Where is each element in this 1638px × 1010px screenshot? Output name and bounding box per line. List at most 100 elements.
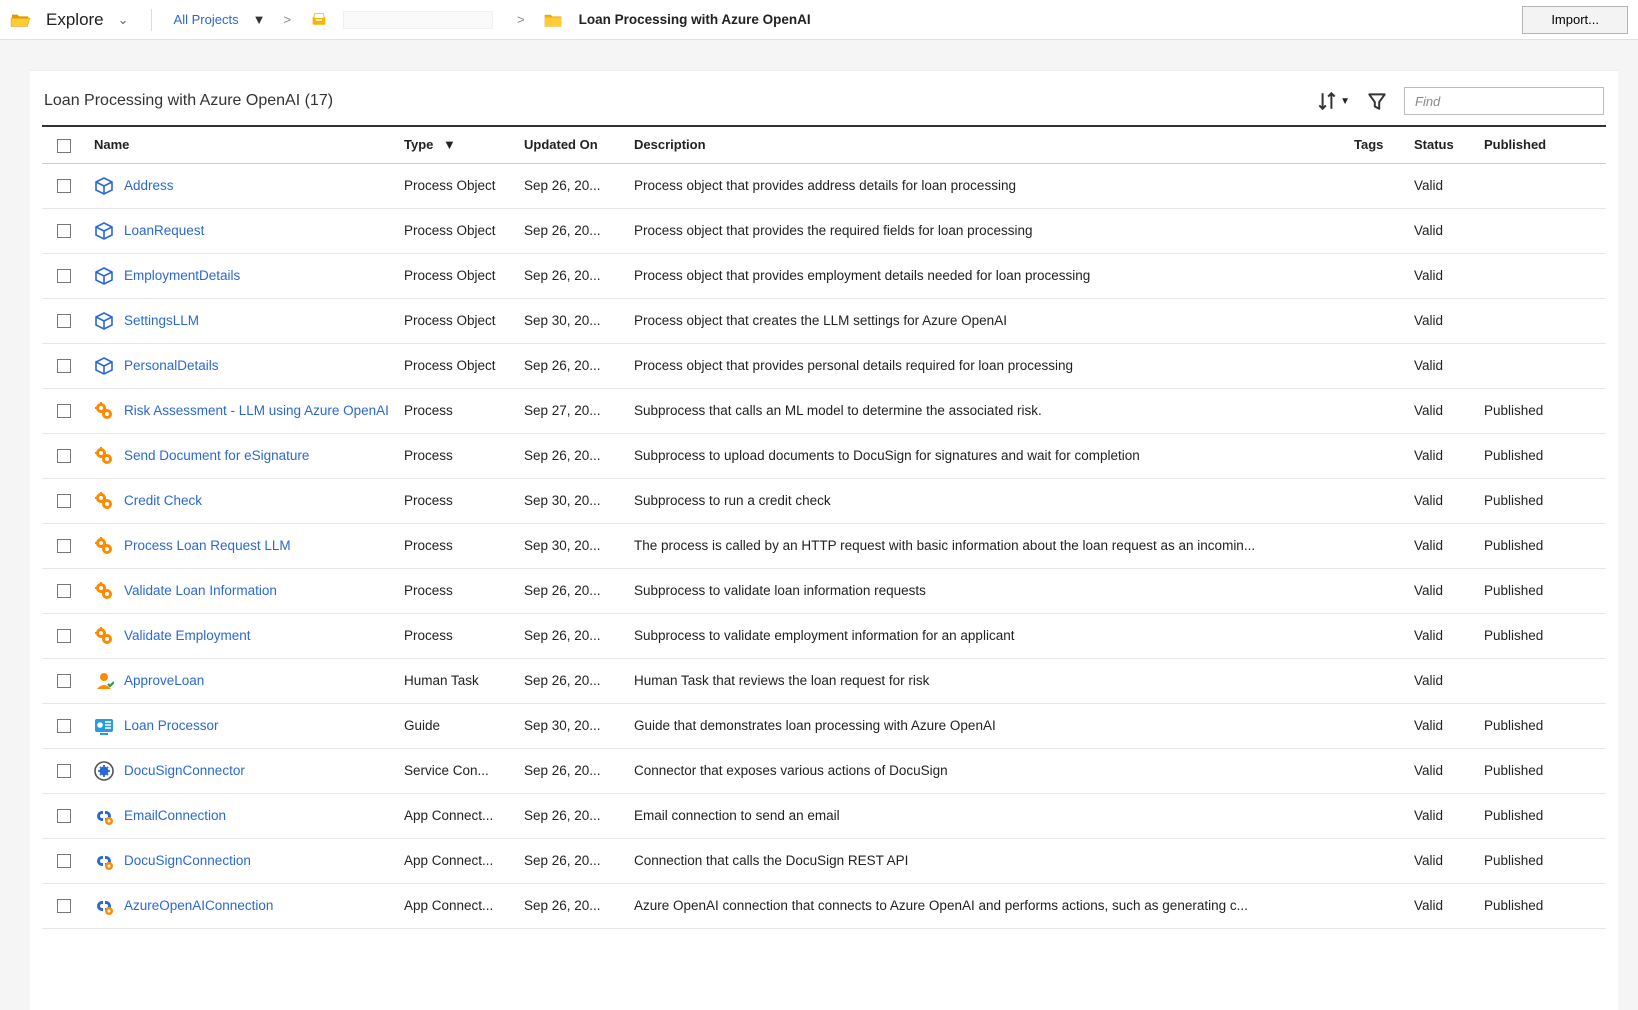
header-name[interactable]: Name bbox=[86, 127, 396, 163]
header-tags[interactable]: Tags bbox=[1346, 127, 1406, 163]
sort-caret-icon: ▼ bbox=[1340, 96, 1350, 107]
row-checkbox[interactable] bbox=[42, 613, 86, 658]
table-row[interactable]: DocuSignConnector Service Con... Sep 26,… bbox=[42, 748, 1606, 793]
table-row[interactable]: EmploymentDetails Process Object Sep 26,… bbox=[42, 253, 1606, 298]
header-updated[interactable]: Updated On bbox=[516, 127, 626, 163]
table-row[interactable]: LoanRequest Process Object Sep 26, 20...… bbox=[42, 208, 1606, 253]
row-checkbox[interactable] bbox=[42, 883, 86, 928]
table-scroll[interactable]: Name Type ▼ Updated On Description Tags … bbox=[42, 125, 1606, 1010]
cell-status: Valid bbox=[1406, 478, 1476, 523]
table-row[interactable]: AzureOpenAIConnection App Connect... Sep… bbox=[42, 883, 1606, 928]
breadcrumb-sep: > bbox=[283, 12, 291, 27]
row-checkbox[interactable] bbox=[42, 163, 86, 208]
cell-description: Connector that exposes various actions o… bbox=[626, 748, 1346, 793]
table-row[interactable]: SettingsLLM Process Object Sep 30, 20...… bbox=[42, 298, 1606, 343]
table-row[interactable]: Send Document for eSignature Process Sep… bbox=[42, 433, 1606, 478]
find-input[interactable] bbox=[1404, 87, 1604, 115]
explore-chevron-icon[interactable]: ⌄ bbox=[118, 12, 129, 28]
cell-type: App Connect... bbox=[396, 883, 516, 928]
table-row[interactable]: Validate Employment Process Sep 26, 20..… bbox=[42, 613, 1606, 658]
cell-status: Valid bbox=[1406, 523, 1476, 568]
header-status[interactable]: Status bbox=[1406, 127, 1476, 163]
filter-icon[interactable] bbox=[1366, 90, 1388, 112]
panel-header: Loan Processing with Azure OpenAI (17) ▼ bbox=[30, 71, 1618, 125]
row-checkbox[interactable] bbox=[42, 343, 86, 388]
table-row[interactable]: PersonalDetails Process Object Sep 26, 2… bbox=[42, 343, 1606, 388]
row-checkbox[interactable] bbox=[42, 748, 86, 793]
table-row[interactable]: Process Loan Request LLM Process Sep 30,… bbox=[42, 523, 1606, 568]
item-link[interactable]: Loan Processor bbox=[124, 718, 219, 733]
divider bbox=[151, 9, 152, 31]
cell-updated: Sep 26, 20... bbox=[516, 433, 626, 478]
process-object-icon bbox=[94, 356, 114, 376]
breadcrumb-root-link[interactable]: All Projects bbox=[174, 12, 239, 27]
row-checkbox[interactable] bbox=[42, 658, 86, 703]
table-row[interactable]: Risk Assessment - LLM using Azure OpenAI… bbox=[42, 388, 1606, 433]
row-checkbox[interactable] bbox=[42, 208, 86, 253]
row-checkbox[interactable] bbox=[42, 298, 86, 343]
item-link[interactable]: SettingsLLM bbox=[124, 313, 199, 328]
cell-updated: Sep 30, 20... bbox=[516, 703, 626, 748]
item-link[interactable]: EmailConnection bbox=[124, 808, 226, 823]
process-icon bbox=[94, 401, 114, 421]
cell-published: Published bbox=[1476, 388, 1606, 433]
cell-description: The process is called by an HTTP request… bbox=[626, 523, 1346, 568]
item-link[interactable]: EmploymentDetails bbox=[124, 268, 240, 283]
table-row[interactable]: DocuSignConnection App Connect... Sep 26… bbox=[42, 838, 1606, 883]
cell-updated: Sep 26, 20... bbox=[516, 658, 626, 703]
row-checkbox[interactable] bbox=[42, 838, 86, 883]
item-link[interactable]: PersonalDetails bbox=[124, 358, 219, 373]
table-row[interactable]: ApproveLoan Human Task Sep 26, 20... Hum… bbox=[42, 658, 1606, 703]
item-link[interactable]: Process Loan Request LLM bbox=[124, 538, 291, 553]
table-row[interactable]: EmailConnection App Connect... Sep 26, 2… bbox=[42, 793, 1606, 838]
header-description[interactable]: Description bbox=[626, 127, 1346, 163]
table-body: Address Process Object Sep 26, 20... Pro… bbox=[42, 163, 1606, 928]
row-checkbox[interactable] bbox=[42, 568, 86, 613]
row-checkbox[interactable] bbox=[42, 793, 86, 838]
header-published[interactable]: Published bbox=[1476, 127, 1606, 163]
cell-name: DocuSignConnector bbox=[86, 748, 396, 793]
items-table: Name Type ▼ Updated On Description Tags … bbox=[42, 127, 1606, 929]
row-checkbox[interactable] bbox=[42, 703, 86, 748]
table-row[interactable]: Validate Loan Information Process Sep 26… bbox=[42, 568, 1606, 613]
item-link[interactable]: Send Document for eSignature bbox=[124, 448, 309, 463]
explore-label[interactable]: Explore bbox=[46, 10, 104, 30]
table-row[interactable]: Loan Processor Guide Sep 30, 20... Guide… bbox=[42, 703, 1606, 748]
row-checkbox[interactable] bbox=[42, 523, 86, 568]
cell-published bbox=[1476, 658, 1606, 703]
item-link[interactable]: Risk Assessment - LLM using Azure OpenAI bbox=[124, 403, 389, 418]
cell-name: PersonalDetails bbox=[86, 343, 396, 388]
item-link[interactable]: AzureOpenAIConnection bbox=[124, 898, 273, 913]
process-icon bbox=[94, 446, 114, 466]
header-checkbox[interactable] bbox=[42, 127, 86, 163]
table-row[interactable]: Credit Check Process Sep 30, 20... Subpr… bbox=[42, 478, 1606, 523]
cell-updated: Sep 30, 20... bbox=[516, 298, 626, 343]
cell-type: Process bbox=[396, 613, 516, 658]
row-checkbox[interactable] bbox=[42, 478, 86, 523]
sort-button[interactable]: ▼ bbox=[1316, 90, 1350, 112]
item-link[interactable]: LoanRequest bbox=[124, 223, 204, 238]
item-link[interactable]: ApproveLoan bbox=[124, 673, 204, 688]
item-link[interactable]: Validate Loan Information bbox=[124, 583, 277, 598]
row-checkbox[interactable] bbox=[42, 253, 86, 298]
process-object-icon bbox=[94, 221, 114, 241]
cell-published: Published bbox=[1476, 613, 1606, 658]
row-checkbox[interactable] bbox=[42, 433, 86, 478]
cell-type: Process Object bbox=[396, 253, 516, 298]
cell-published: Published bbox=[1476, 568, 1606, 613]
breadcrumb-root-caret-icon[interactable]: ▼ bbox=[253, 12, 266, 27]
item-link[interactable]: Credit Check bbox=[124, 493, 202, 508]
item-link[interactable]: DocuSignConnector bbox=[124, 763, 245, 778]
cell-status: Valid bbox=[1406, 793, 1476, 838]
cell-type: Guide bbox=[396, 703, 516, 748]
breadcrumb-blank[interactable] bbox=[343, 11, 493, 29]
header-type[interactable]: Type ▼ bbox=[396, 127, 516, 163]
table-row[interactable]: Address Process Object Sep 26, 20... Pro… bbox=[42, 163, 1606, 208]
item-link[interactable]: Validate Employment bbox=[124, 628, 251, 643]
item-link[interactable]: DocuSignConnection bbox=[124, 853, 251, 868]
import-button[interactable]: Import... bbox=[1522, 6, 1628, 34]
cell-type: Process bbox=[396, 523, 516, 568]
breadcrumb-tray-icon[interactable] bbox=[309, 12, 329, 28]
item-link[interactable]: Address bbox=[124, 178, 174, 193]
row-checkbox[interactable] bbox=[42, 388, 86, 433]
